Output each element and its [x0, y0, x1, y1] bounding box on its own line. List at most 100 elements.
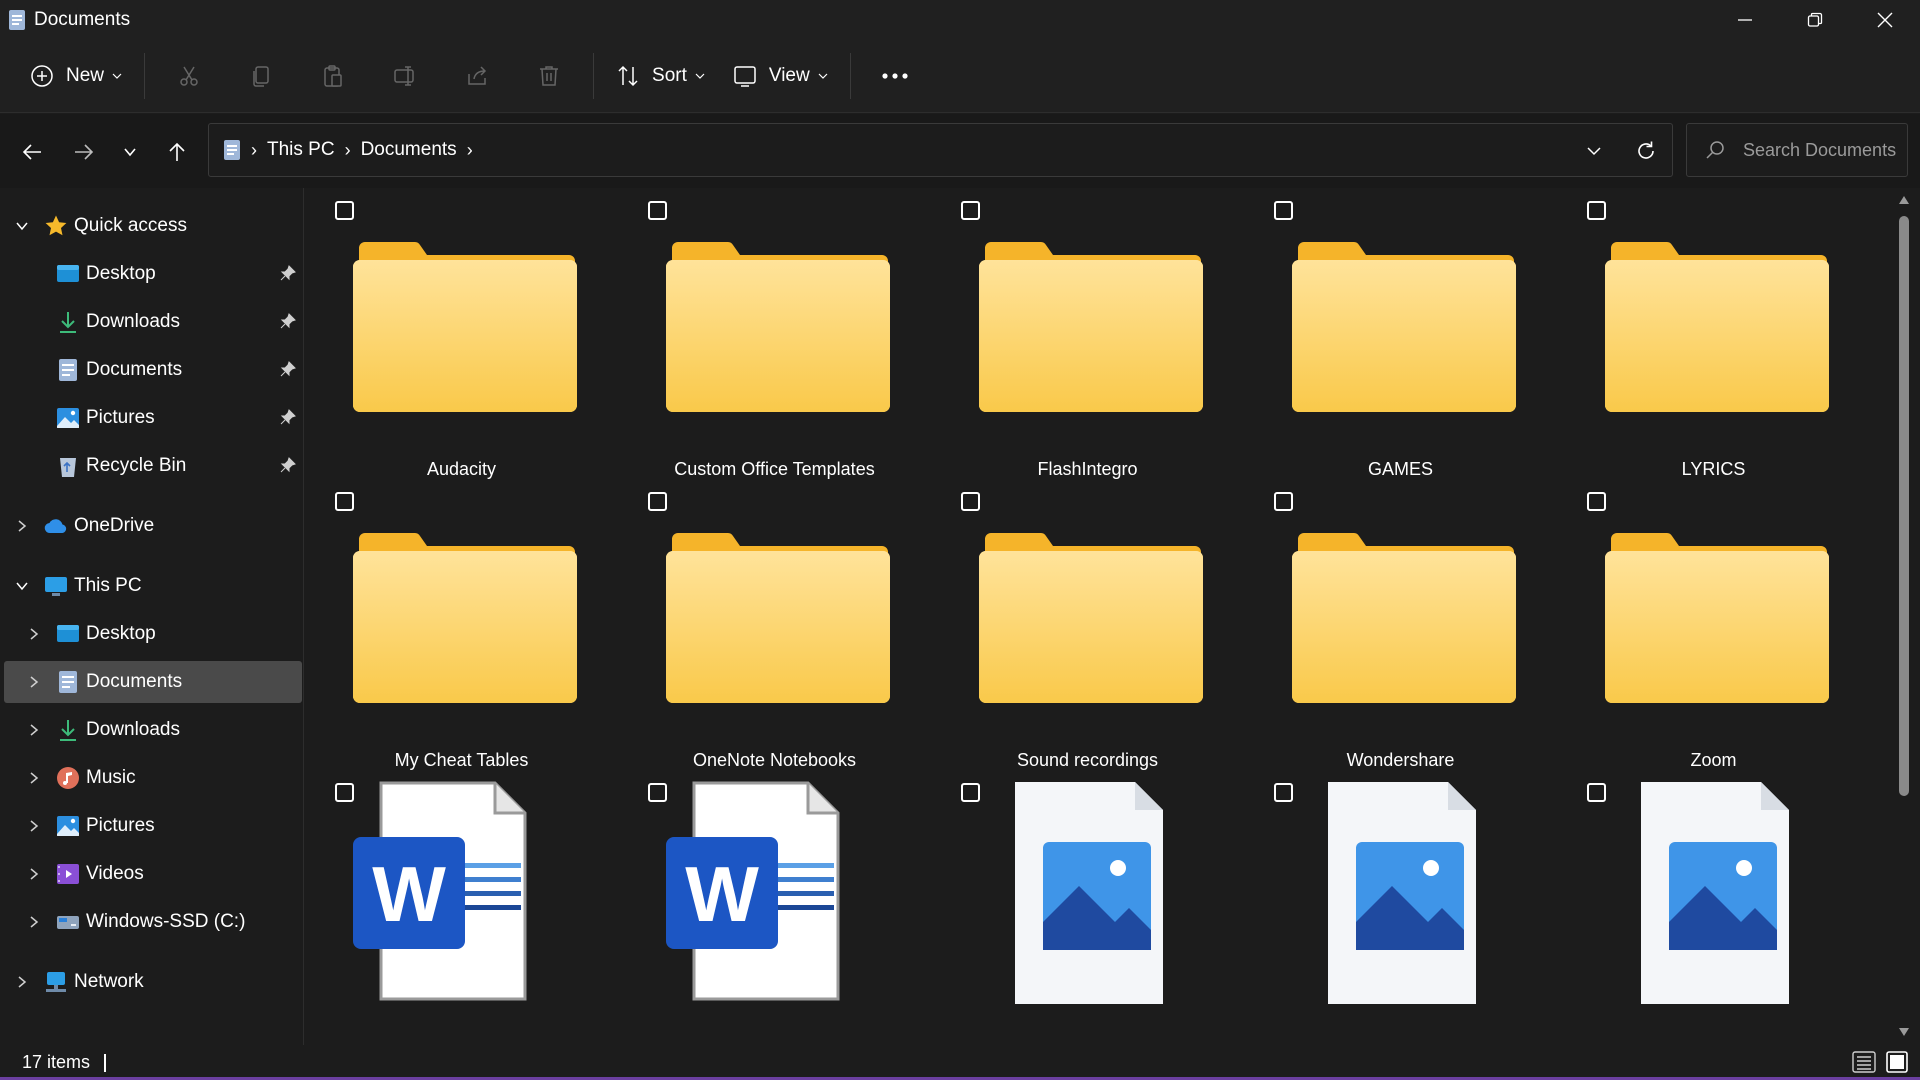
item-label: GAMES [1367, 459, 1433, 479]
chevron-right-icon[interactable]: › [345, 140, 351, 161]
image-file-icon [1328, 782, 1476, 1004]
arrow-up-icon [169, 142, 185, 161]
chevron-right-icon[interactable]: › [251, 140, 257, 161]
cut-button[interactable] [153, 51, 225, 101]
pictures-icon [57, 408, 79, 428]
chevron-right-icon[interactable] [26, 626, 42, 642]
chevron-right-icon[interactable] [14, 974, 30, 990]
address-bar[interactable]: › This PC › Documents › [208, 123, 1673, 177]
folder-icon [1605, 242, 1829, 412]
select-checkbox[interactable] [1587, 492, 1606, 511]
select-checkbox[interactable] [1587, 201, 1606, 220]
add-circle-icon [31, 65, 53, 87]
share-button[interactable] [441, 51, 513, 101]
search-box[interactable]: Search Documents [1686, 123, 1908, 177]
sidebar-item-this-pc[interactable]: This PC [4, 565, 302, 607]
pin-icon [280, 313, 296, 329]
sidebar-item-label: OneDrive [74, 515, 155, 536]
view-button[interactable]: View [719, 51, 842, 101]
chevron-right-icon[interactable] [26, 818, 42, 834]
select-checkbox[interactable] [1274, 783, 1293, 802]
videos-icon [57, 864, 79, 884]
select-checkbox[interactable] [335, 492, 354, 511]
refresh-button[interactable] [1620, 124, 1672, 178]
recent-locations-button[interactable] [110, 132, 150, 172]
select-checkbox[interactable] [1587, 783, 1606, 802]
minimize-button[interactable] [1710, 0, 1780, 40]
chevron-right-icon[interactable] [14, 518, 30, 534]
folder-icon [979, 533, 1203, 703]
sort-button[interactable]: Sort [602, 51, 719, 101]
sidebar-item-pictures-pinned[interactable]: Pictures [4, 397, 302, 439]
scroll-down-arrow-icon[interactable] [1899, 1028, 1909, 1036]
item-label: Zoom [1690, 750, 1737, 770]
select-checkbox[interactable] [335, 783, 354, 802]
sidebar-item-downloads[interactable]: Downloads [4, 709, 302, 751]
breadcrumb-this-pc[interactable]: This PC [267, 139, 335, 161]
chevron-right-icon[interactable] [26, 674, 42, 690]
back-button[interactable] [12, 132, 52, 172]
vertical-scrollbar[interactable] [1896, 196, 1910, 1036]
restore-button[interactable] [1780, 0, 1850, 40]
select-checkbox[interactable] [648, 783, 667, 802]
sidebar-item-documents-pinned[interactable]: Documents [4, 349, 302, 391]
sidebar-item-windows-ssd[interactable]: Windows-SSD (C:) [4, 901, 302, 943]
sidebar-item-desktop-pinned[interactable]: Desktop [4, 253, 302, 295]
more-options-button[interactable] [859, 51, 931, 101]
navigation-pane: Quick access Desktop Downloads Documents… [0, 188, 304, 1045]
forward-button[interactable] [64, 132, 104, 172]
folder-icon [353, 242, 577, 412]
rename-button[interactable] [369, 51, 441, 101]
chevron-right-icon[interactable] [26, 866, 42, 882]
paste-button[interactable] [297, 51, 369, 101]
chevron-right-icon[interactable]: › [467, 140, 473, 161]
large-icons-view-icon[interactable] [1886, 1051, 1908, 1073]
select-checkbox[interactable] [961, 492, 980, 511]
sidebar-item-videos[interactable]: Videos [4, 853, 302, 895]
new-button[interactable]: New [16, 51, 136, 101]
delete-button[interactable] [513, 51, 585, 101]
select-checkbox[interactable] [1274, 201, 1293, 220]
sidebar-item-pictures[interactable]: Pictures [4, 805, 302, 847]
select-checkbox[interactable] [961, 783, 980, 802]
sidebar-item-downloads-pinned[interactable]: Downloads [4, 301, 302, 343]
chevron-right-icon[interactable] [26, 914, 42, 930]
status-bar: 17 items [0, 1045, 1920, 1080]
sidebar-item-onedrive[interactable]: OneDrive [4, 505, 302, 547]
sidebar-item-quick-access[interactable]: Quick access [4, 205, 302, 247]
sidebar-item-documents[interactable]: Documents [4, 661, 302, 703]
item-label: Custom Office Templates [674, 459, 875, 479]
desktop-icon [57, 265, 79, 282]
select-checkbox[interactable] [648, 492, 667, 511]
copy-button[interactable] [225, 51, 297, 101]
select-checkbox[interactable] [648, 201, 667, 220]
address-history-button[interactable] [1568, 124, 1620, 178]
chevron-down-icon [124, 148, 136, 157]
sidebar-item-label: Network [74, 971, 144, 992]
scrollbar-thumb[interactable] [1899, 216, 1909, 796]
chevron-down-icon[interactable] [14, 578, 30, 594]
sidebar-item-label: Music [86, 767, 136, 788]
sidebar-item-recycle-bin-pinned[interactable]: Recycle Bin [4, 445, 302, 487]
title-bar: Documents [0, 0, 1920, 40]
sidebar-item-desktop[interactable]: Desktop [4, 613, 302, 655]
chevron-down-icon [695, 73, 705, 79]
close-button[interactable] [1850, 0, 1920, 40]
details-view-icon[interactable] [1852, 1051, 1876, 1073]
chevron-right-icon[interactable] [26, 722, 42, 738]
item-label: OneNote Notebooks [692, 750, 857, 770]
sidebar-item-music[interactable]: Music [4, 757, 302, 799]
pin-icon [280, 361, 296, 377]
up-button[interactable] [157, 132, 197, 172]
select-checkbox[interactable] [961, 201, 980, 220]
folder-icon [979, 242, 1203, 412]
select-checkbox[interactable] [335, 201, 354, 220]
breadcrumb-documents[interactable]: Documents [361, 139, 457, 161]
chevron-down-icon[interactable] [14, 218, 30, 234]
scroll-up-arrow-icon[interactable] [1899, 196, 1909, 204]
svg-text:W: W [685, 850, 759, 938]
more-icon [882, 73, 908, 79]
chevron-right-icon[interactable] [26, 770, 42, 786]
sidebar-item-network[interactable]: Network [4, 961, 302, 1003]
select-checkbox[interactable] [1274, 492, 1293, 511]
